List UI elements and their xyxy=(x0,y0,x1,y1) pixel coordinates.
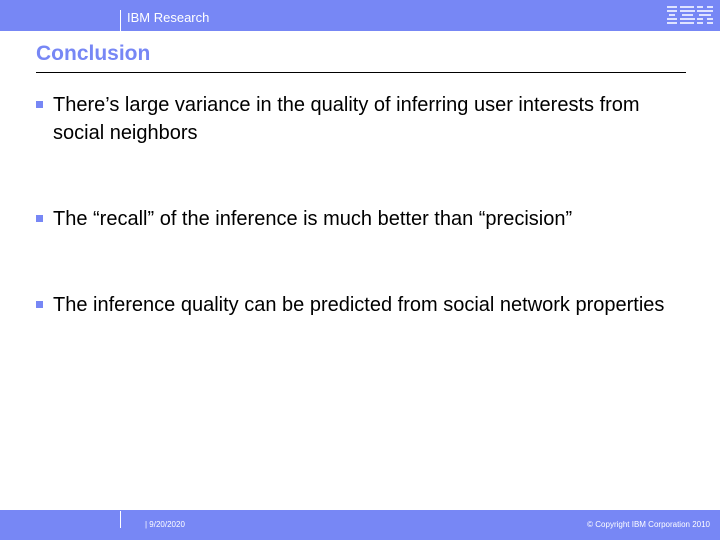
bullet-item: The inference quality can be predicted f… xyxy=(36,291,696,319)
square-bullet-icon xyxy=(36,301,43,308)
bullet-text: The “recall” of the inference is much be… xyxy=(53,208,573,230)
header-separator xyxy=(120,10,121,31)
slide-title: Conclusion xyxy=(36,42,151,65)
footer-separator xyxy=(120,511,121,528)
bullet-text: There’s large variance in the quality of… xyxy=(53,94,640,144)
footer-date: | 9/20/2020 xyxy=(145,520,185,529)
footer-copyright: © Copyright IBM Corporation 2010 xyxy=(587,520,710,529)
bullet-item: The “recall” of the inference is much be… xyxy=(36,205,696,233)
bullet-item: There’s large variance in the quality of… xyxy=(36,91,696,147)
bullet-text: The inference quality can be predicted f… xyxy=(53,294,665,316)
header-brand: IBM Research xyxy=(127,10,210,25)
footer-bar: | 9/20/2020 © Copyright IBM Corporation … xyxy=(0,510,720,540)
square-bullet-icon xyxy=(36,101,43,108)
title-divider xyxy=(36,72,686,73)
square-bullet-icon xyxy=(36,215,43,222)
header-bar: IBM Research xyxy=(0,0,720,31)
ibm-logo-icon xyxy=(667,6,713,24)
